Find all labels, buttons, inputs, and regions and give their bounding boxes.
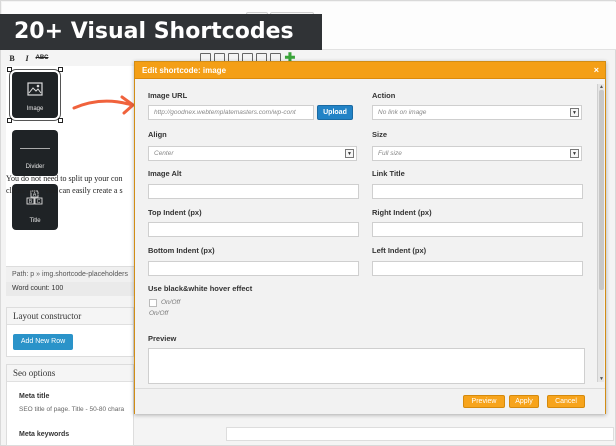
hover-effect-label: Use black&white hover effect bbox=[148, 284, 253, 293]
preview-button[interactable]: Preview bbox=[463, 395, 505, 408]
size-value: Full size bbox=[378, 150, 402, 157]
arrow-annotation-icon bbox=[72, 95, 135, 115]
action-label: Action bbox=[372, 91, 396, 100]
hover-effect-checkbox[interactable] bbox=[149, 299, 157, 307]
bold-button[interactable]: B bbox=[6, 52, 18, 64]
bottom-indent-label: Bottom Indent (px) bbox=[148, 246, 215, 255]
bottom-indent-input[interactable] bbox=[148, 261, 359, 276]
align-value: Center bbox=[154, 150, 174, 157]
path-bar: Path: p » img.shortcode-placeholders bbox=[6, 266, 134, 282]
chevron-down-icon[interactable]: ▼ bbox=[570, 149, 579, 158]
size-label: Size bbox=[372, 130, 388, 139]
action-select[interactable]: No link on image ▼ bbox=[372, 105, 582, 120]
meta-keywords-label: Meta keywords bbox=[19, 431, 70, 438]
resize-handle[interactable] bbox=[58, 67, 63, 72]
top-indent-input[interactable] bbox=[148, 222, 359, 237]
preview-label: Preview bbox=[148, 334, 177, 343]
image-alt-label: Image Alt bbox=[148, 169, 182, 178]
meta-title-label: Meta title bbox=[19, 393, 50, 400]
edit-shortcode-dialog: Edit shortcode: image × Image URL http:/… bbox=[134, 61, 606, 414]
resize-handle[interactable] bbox=[7, 118, 12, 123]
dialog-footer: Preview Apply Cancel bbox=[135, 388, 605, 414]
resize-handle[interactable] bbox=[58, 118, 63, 123]
left-indent-label: Left Indent (px) bbox=[372, 246, 427, 255]
top-indent-label: Top Indent (px) bbox=[148, 208, 202, 217]
image-icon bbox=[27, 82, 43, 96]
apply-button[interactable]: Apply bbox=[509, 395, 539, 408]
shortcode-title-label: Title bbox=[29, 218, 41, 224]
size-select[interactable]: Full size ▼ bbox=[372, 146, 582, 161]
dialog-header: Edit shortcode: image × bbox=[135, 62, 605, 79]
preview-area bbox=[148, 348, 585, 384]
upload-button[interactable]: Upload bbox=[317, 105, 353, 120]
editor-toolbar: B I ABC bbox=[6, 50, 136, 66]
hover-effect-toggle-label: On/Off bbox=[161, 299, 181, 306]
align-label: Align bbox=[148, 130, 167, 139]
meta-keywords-input[interactable] bbox=[226, 427, 614, 441]
layout-constructor-panel: Layout constructor Add New Row bbox=[6, 307, 134, 357]
meta-title-hint: SEO title of page. Title - 50-80 chara bbox=[19, 406, 125, 413]
link-title-input[interactable] bbox=[372, 184, 583, 199]
seo-options-panel: Seo options Meta title SEO title of page… bbox=[6, 364, 134, 446]
cancel-button[interactable]: Cancel bbox=[547, 395, 585, 408]
right-indent-label: Right Indent (px) bbox=[372, 208, 432, 217]
action-value: No link on image bbox=[378, 109, 427, 116]
banner-title: 20+ Visual Shortcodes bbox=[0, 14, 322, 50]
layout-constructor-title: Layout constructor bbox=[7, 308, 133, 325]
image-url-label: Image URL bbox=[148, 91, 188, 100]
align-select[interactable]: Center ▼ bbox=[148, 146, 357, 161]
image-alt-input[interactable] bbox=[148, 184, 359, 199]
editor-body-text: You do not need to split up your con cli… bbox=[6, 174, 123, 195]
word-count: Word count: 100 bbox=[6, 282, 134, 296]
strikethrough-button[interactable]: ABC bbox=[36, 52, 49, 64]
chevron-down-icon[interactable]: ▼ bbox=[570, 108, 579, 117]
scroll-down-icon[interactable]: ▼ bbox=[598, 376, 605, 382]
shortcode-image-label: Image bbox=[26, 106, 44, 112]
hover-effect-description: On/Off bbox=[149, 310, 169, 317]
shortcode-divider[interactable]: Divider bbox=[12, 130, 58, 176]
divider-line-icon bbox=[20, 148, 50, 149]
dialog-title: Edit shortcode: image bbox=[142, 66, 227, 75]
shortcode-divider-label: Divider bbox=[25, 164, 45, 170]
resize-handle[interactable] bbox=[7, 67, 12, 72]
svg-text:C: C bbox=[37, 199, 41, 205]
chevron-down-icon[interactable]: ▼ bbox=[345, 149, 354, 158]
link-title-label: Link Title bbox=[372, 169, 405, 178]
seo-options-title: Seo options bbox=[7, 365, 133, 382]
image-url-input[interactable]: http://goodnex.webtemplatemasters.com/wp… bbox=[148, 105, 314, 120]
right-indent-input[interactable] bbox=[372, 222, 583, 237]
dialog-scrollbar[interactable]: ▲ ▼ bbox=[597, 84, 604, 382]
add-new-row-button[interactable]: Add New Row bbox=[13, 334, 73, 350]
close-icon[interactable]: × bbox=[594, 62, 599, 79]
scroll-thumb[interactable] bbox=[599, 90, 604, 290]
shortcode-image[interactable]: Image bbox=[7, 67, 63, 123]
italic-button[interactable]: I bbox=[21, 52, 33, 64]
left-indent-input[interactable] bbox=[372, 261, 583, 276]
